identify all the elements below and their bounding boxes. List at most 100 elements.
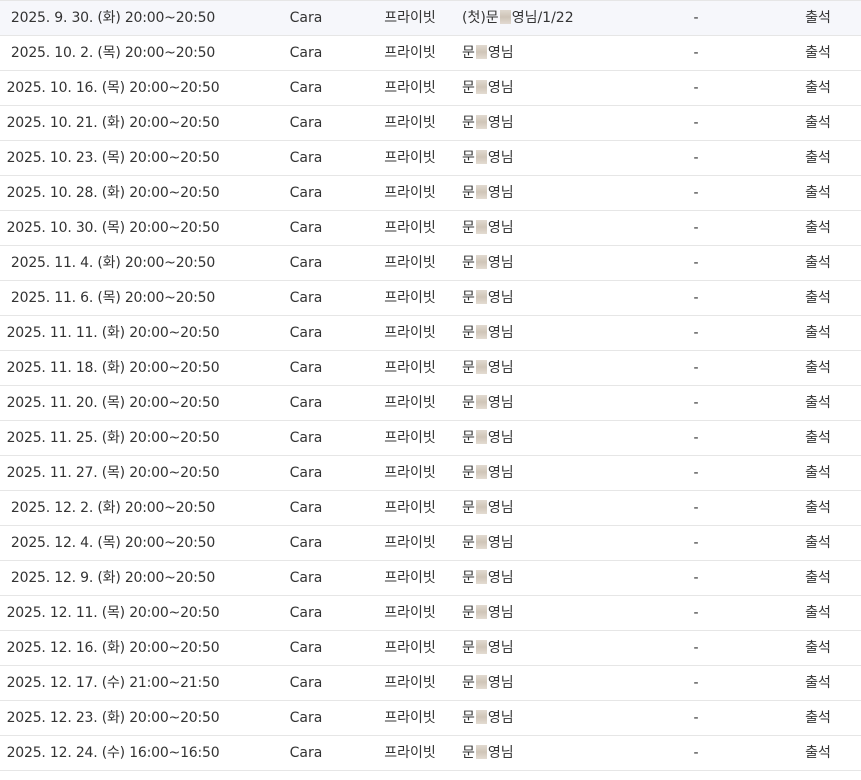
student-name: 문 영님 — [462, 535, 514, 551]
session-date: 2025. 11. 6. (목) 20:00~20:50 — [10, 290, 216, 306]
memo: - — [693, 535, 699, 551]
class-type: 프라이빗 — [384, 430, 436, 446]
table-row: 2025. 11. 27. (목) 20:00~20:50 Cara 프라이빗 문 영님… — [0, 456, 861, 491]
class-type: 프라이빗 — [384, 185, 436, 201]
redacted-block — [475, 675, 487, 689]
student-name: 문 영님 — [462, 150, 514, 166]
student-name: 문 영님 — [462, 570, 514, 586]
table-row: 2025. 10. 30. (목) 20:00~20:50 Cara 프라이빗 문 영님… — [0, 211, 861, 246]
redacted-block — [475, 535, 487, 549]
student-name: 문 영님 — [462, 255, 514, 271]
attendance-status: 출석 — [805, 710, 831, 726]
teacher-name: Cara — [289, 115, 323, 131]
table-row: 2025. 11. 18. (화) 20:00~20:50 Cara 프라이빗 문 영님… — [0, 351, 861, 386]
attendance-status: 출석 — [805, 115, 831, 131]
memo: - — [693, 150, 699, 166]
attendance-status: 출석 — [805, 395, 831, 411]
redacted-block — [475, 465, 487, 479]
class-type: 프라이빗 — [384, 605, 436, 621]
session-date: 2025. 11. 20. (목) 20:00~20:50 — [6, 395, 220, 411]
student-name: (첫)문 영님/1/22 — [462, 10, 574, 26]
session-date: 2025. 12. 4. (목) 20:00~20:50 — [10, 535, 216, 551]
memo: - — [693, 605, 699, 621]
teacher-name: Cara — [289, 535, 323, 551]
memo: - — [693, 360, 699, 376]
memo: - — [693, 395, 699, 411]
attendance-status: 출석 — [805, 465, 831, 481]
redacted-block — [475, 640, 487, 654]
attendance-status: 출석 — [805, 45, 831, 61]
redacted-block — [475, 360, 487, 374]
attendance-status: 출석 — [805, 10, 831, 26]
attendance-status: 출석 — [805, 430, 831, 446]
redacted-block — [475, 500, 487, 514]
table-row: 2025. 12. 2. (화) 20:00~20:50 Cara 프라이빗 문 영님 -… — [0, 491, 861, 526]
session-date: 2025. 10. 21. (화) 20:00~20:50 — [6, 115, 220, 131]
session-date: 2025. 12. 9. (화) 20:00~20:50 — [10, 570, 216, 586]
class-type: 프라이빗 — [384, 115, 436, 131]
memo: - — [693, 220, 699, 236]
session-date: 2025. 11. 11. (화) 20:00~20:50 — [6, 325, 220, 341]
redacted-block — [475, 220, 487, 234]
student-name: 문 영님 — [462, 185, 514, 201]
student-name: 문 영님 — [462, 640, 514, 656]
session-date: 2025. 12. 17. (수) 21:00~21:50 — [6, 675, 220, 691]
redacted-block — [475, 325, 487, 339]
table-row: 2025. 12. 17. (수) 21:00~21:50 Cara 프라이빗 문 영님… — [0, 666, 861, 701]
teacher-name: Cara — [289, 360, 323, 376]
teacher-name: Cara — [289, 45, 323, 61]
redacted-block — [475, 605, 487, 619]
session-date: 2025. 12. 2. (화) 20:00~20:50 — [10, 500, 216, 516]
redacted-block — [475, 150, 487, 164]
student-name: 문 영님 — [462, 675, 514, 691]
attendance-status: 출석 — [805, 255, 831, 271]
redacted-block — [475, 80, 487, 94]
session-date: 2025. 11. 25. (화) 20:00~20:50 — [6, 430, 220, 446]
table-row: 2025. 12. 4. (목) 20:00~20:50 Cara 프라이빗 문 영님 -… — [0, 526, 861, 561]
session-date: 2025. 12. 16. (화) 20:00~20:50 — [6, 640, 220, 656]
class-type: 프라이빗 — [384, 10, 436, 26]
teacher-name: Cara — [289, 640, 323, 656]
student-name: 문 영님 — [462, 115, 514, 131]
class-type: 프라이빗 — [384, 45, 436, 61]
teacher-name: Cara — [289, 745, 323, 761]
teacher-name: Cara — [289, 605, 323, 621]
teacher-name: Cara — [289, 710, 323, 726]
student-name: 문 영님 — [462, 45, 514, 61]
table-row: 2025. 12. 16. (화) 20:00~20:50 Cara 프라이빗 문 영님… — [0, 631, 861, 666]
attendance-status: 출석 — [805, 675, 831, 691]
memo: - — [693, 430, 699, 446]
table-row: 2025. 11. 20. (목) 20:00~20:50 Cara 프라이빗 문 영님… — [0, 386, 861, 421]
memo: - — [693, 500, 699, 516]
teacher-name: Cara — [289, 255, 323, 271]
memo: - — [693, 45, 699, 61]
class-type: 프라이빗 — [384, 325, 436, 341]
class-type: 프라이빗 — [384, 500, 436, 516]
student-name: 문 영님 — [462, 745, 514, 761]
memo: - — [693, 255, 699, 271]
attendance-status: 출석 — [805, 290, 831, 306]
memo: - — [693, 745, 699, 761]
session-date: 2025. 11. 27. (목) 20:00~20:50 — [6, 465, 220, 481]
student-name: 문 영님 — [462, 395, 514, 411]
attendance-status: 출석 — [805, 640, 831, 656]
teacher-name: Cara — [289, 325, 323, 341]
attendance-status: 출석 — [805, 535, 831, 551]
teacher-name: Cara — [289, 220, 323, 236]
attendance-status: 출석 — [805, 570, 831, 586]
student-name: 문 영님 — [462, 80, 514, 96]
attendance-status: 출석 — [805, 605, 831, 621]
redacted-block — [475, 185, 487, 199]
memo: - — [693, 570, 699, 586]
redacted-block — [475, 255, 487, 269]
attendance-status: 출석 — [805, 360, 831, 376]
session-date: 2025. 12. 11. (목) 20:00~20:50 — [6, 605, 220, 621]
class-type: 프라이빗 — [384, 80, 436, 96]
memo: - — [693, 675, 699, 691]
session-date: 2025. 12. 23. (화) 20:00~20:50 — [6, 710, 220, 726]
student-name: 문 영님 — [462, 500, 514, 516]
class-type: 프라이빗 — [384, 570, 436, 586]
table-row: 2025. 10. 21. (화) 20:00~20:50 Cara 프라이빗 문 영님… — [0, 106, 861, 141]
class-type: 프라이빗 — [384, 360, 436, 376]
table-row: 2025. 9. 30. (화) 20:00~20:50 Cara 프라이빗 (첫)문… — [0, 1, 861, 36]
